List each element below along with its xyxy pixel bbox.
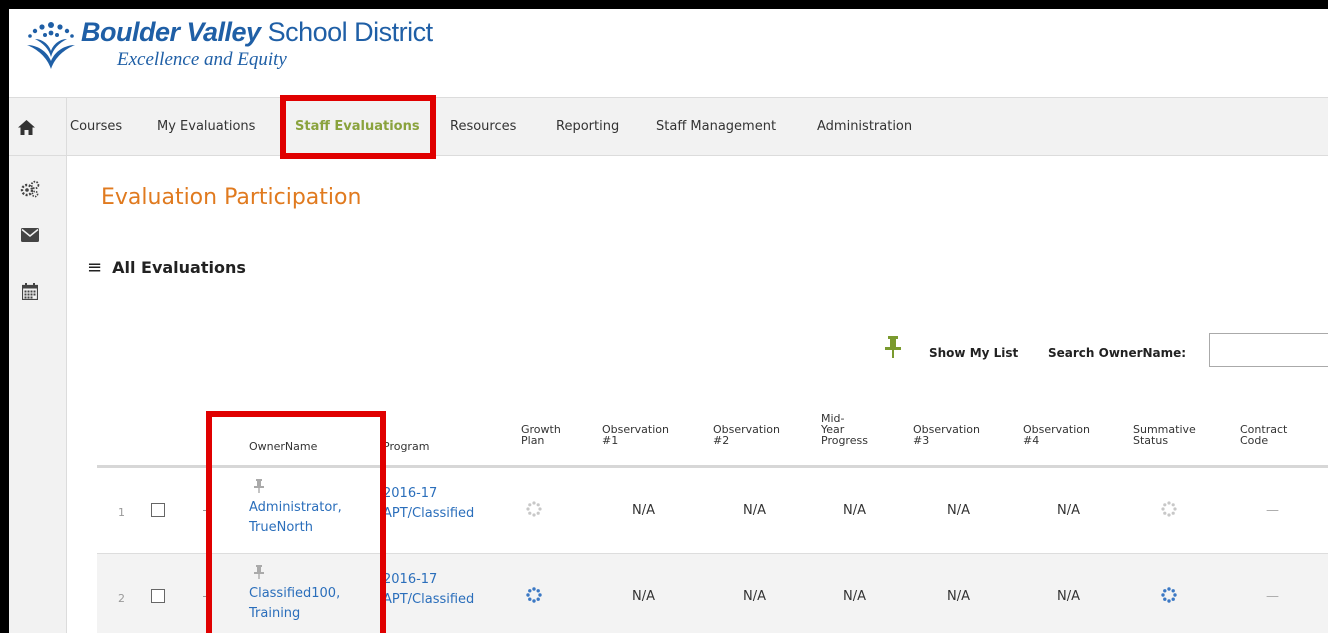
row-number: 1 — [118, 506, 125, 519]
gears-icon — [20, 180, 40, 198]
observation-4-value: N/A — [1057, 503, 1080, 518]
app-window: Boulder Valley School District Excellenc… — [9, 9, 1328, 633]
growth-plan-status-icon[interactable] — [526, 501, 542, 517]
envelope-icon — [21, 228, 39, 242]
observation-3-value: N/A — [947, 503, 970, 518]
contract-code-value: — — [1266, 503, 1279, 518]
nav-item-staff-management[interactable]: Staff Management — [656, 98, 776, 156]
midyear-progress-value: N/A — [843, 589, 866, 604]
row-select-checkbox[interactable] — [151, 503, 165, 517]
row-number: 2 — [118, 592, 125, 605]
col-header-midyear-progress[interactable]: Mid- Year Progress — [821, 413, 868, 446]
program-line: APT/Classified — [383, 592, 475, 607]
rail-messages-button[interactable] — [19, 224, 41, 246]
col-header-summative-status[interactable]: Summative Status — [1133, 424, 1196, 446]
brand-title: Boulder Valley School District — [81, 17, 433, 48]
observation-3-value: N/A — [947, 589, 970, 604]
observation-1-value: N/A — [632, 589, 655, 604]
observation-1-value: N/A — [632, 503, 655, 518]
col-header-observation-2[interactable]: Observation #2 — [713, 424, 780, 446]
nav-home-button[interactable] — [9, 98, 67, 156]
brand-bold: Boulder Valley — [81, 17, 261, 47]
program-line: APT/Classified — [383, 506, 475, 521]
page-title: Evaluation Participation — [101, 185, 362, 210]
home-icon — [18, 119, 35, 135]
nav-item-resources[interactable]: Resources — [450, 98, 516, 156]
program-line: 2016-17 — [383, 572, 438, 587]
site-header: Boulder Valley School District Excellenc… — [9, 9, 1328, 98]
section-header: ≡ All Evaluations — [87, 257, 246, 278]
hamburger-menu-icon[interactable]: ≡ — [87, 257, 102, 278]
summative-status-icon[interactable] — [1161, 501, 1177, 517]
nav-item-courses[interactable]: Courses — [70, 98, 122, 156]
program-line: 2016-17 — [383, 486, 438, 501]
observation-2-value: N/A — [743, 589, 766, 604]
nav-item-my-evaluations[interactable]: My Evaluations — [157, 98, 255, 156]
calendar-icon — [22, 282, 38, 300]
summative-status-icon[interactable] — [1161, 587, 1177, 603]
highlight-box-ownername — [206, 411, 386, 633]
district-logo-icon — [27, 22, 75, 69]
nav-item-reporting[interactable]: Reporting — [556, 98, 619, 156]
observation-2-value: N/A — [743, 503, 766, 518]
program-link[interactable]: 2016-17 APT/Classified — [383, 570, 474, 610]
rail-calendar-button[interactable] — [19, 280, 41, 302]
highlight-box-staff-evaluations — [280, 95, 436, 159]
rail-settings-button[interactable] — [19, 178, 41, 200]
growth-plan-status-icon[interactable] — [526, 587, 542, 603]
brand-tagline: Excellence and Equity — [117, 49, 287, 70]
pin-icon[interactable] — [885, 336, 901, 358]
col-header-program[interactable]: Program — [383, 441, 429, 452]
col-header-growth-plan[interactable]: Growth Plan — [521, 424, 561, 446]
col-header-contract-code[interactable]: Contract Code — [1240, 424, 1287, 446]
row-select-checkbox[interactable] — [151, 589, 165, 603]
section-title: All Evaluations — [112, 258, 246, 277]
col-header-observation-4[interactable]: Observation #4 — [1023, 424, 1090, 446]
show-my-list-link[interactable]: Show My List — [929, 346, 1018, 360]
program-link[interactable]: 2016-17 APT/Classified — [383, 484, 474, 524]
search-owner-label: Search OwnerName: — [1048, 346, 1187, 360]
observation-4-value: N/A — [1057, 589, 1080, 604]
brand-light: School District — [267, 17, 434, 47]
contract-code-value: — — [1266, 589, 1279, 604]
search-owner-input[interactable] — [1209, 333, 1328, 367]
side-rail — [9, 156, 67, 633]
nav-item-administration[interactable]: Administration — [817, 98, 912, 156]
col-header-observation-1[interactable]: Observation #1 — [602, 424, 669, 446]
main-nav: Courses My Evaluations Staff Evaluations… — [9, 98, 1328, 156]
col-header-observation-3[interactable]: Observation #3 — [913, 424, 980, 446]
midyear-progress-value: N/A — [843, 503, 866, 518]
